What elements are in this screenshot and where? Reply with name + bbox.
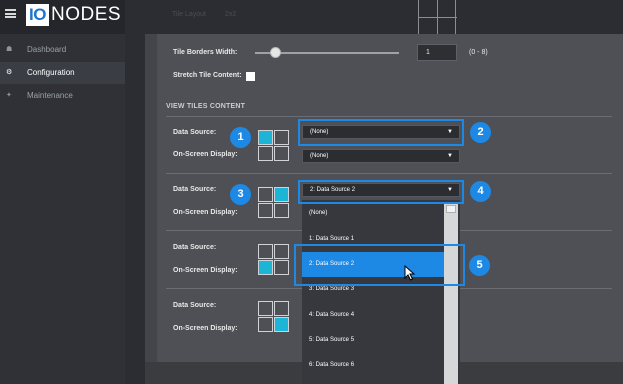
gear-icon: ⚙	[6, 69, 13, 76]
dropdown-option[interactable]: 4: Data Source 4	[302, 303, 446, 328]
tile-quadrant	[258, 187, 273, 202]
tile-layout-preview	[418, 0, 457, 34]
osd-select-1[interactable]: (None) ▼	[302, 149, 460, 163]
section-title: VIEW TILES CONTENT	[166, 103, 246, 110]
tile-preview-2	[258, 187, 290, 219]
select-value: (None)	[310, 153, 329, 159]
data-source-dropdown-list: (None) 1: Data Source 1 2: Data Source 2…	[302, 200, 460, 384]
home-icon: ☗	[6, 46, 13, 53]
data-source-label: Data Source:	[173, 186, 217, 193]
osd-label: On-Screen Display:	[173, 151, 238, 158]
tile-quadrant	[274, 130, 289, 145]
tile-quadrant	[258, 130, 273, 145]
callout-badge-2: 2	[470, 122, 491, 143]
tile-quadrant	[258, 146, 273, 161]
dropdown-arrow-icon: ▼	[447, 153, 453, 159]
screen: IO NODES ☗ Dashboard ⚙ Configuration ✦ M…	[0, 0, 623, 384]
logo-nodes: NODES	[51, 4, 122, 25]
sidebar-item-label: Configuration	[27, 68, 75, 77]
highlight-box-4	[298, 180, 464, 204]
callout-badge-3: 3	[230, 184, 251, 205]
tile-quadrant	[274, 317, 289, 332]
tile-preview-3	[258, 244, 290, 276]
data-source-label: Data Source:	[173, 129, 217, 136]
borders-width-range: (0 - 8)	[469, 49, 488, 56]
tile-layout-value: 2x2	[225, 11, 237, 18]
callout-badge-1: 1	[230, 127, 251, 148]
tile-quadrant	[258, 203, 273, 218]
sidebar-item-configuration[interactable]: ⚙ Configuration	[0, 62, 125, 84]
dropdown-option[interactable]: 5: Data Source 5	[302, 328, 446, 353]
hamburger-menu-icon[interactable]	[5, 9, 16, 18]
dropdown-scrollbar[interactable]	[444, 203, 458, 384]
data-source-label: Data Source:	[173, 302, 217, 309]
tile-quadrant	[258, 260, 273, 275]
brand-bar: IO NODES	[0, 0, 125, 34]
tile-preview-4	[258, 301, 290, 333]
data-source-label: Data Source:	[173, 244, 217, 251]
callout-badge-5: 5	[469, 255, 490, 276]
logo-io: IO	[26, 4, 49, 26]
mouse-cursor-icon	[404, 265, 416, 281]
wrench-icon: ✦	[6, 92, 12, 99]
dropdown-option[interactable]: 6: Data Source 6	[302, 353, 446, 378]
osd-label: On-Screen Display:	[173, 209, 238, 216]
tile-quadrant	[274, 260, 289, 275]
borders-width-input[interactable]: 1	[417, 44, 457, 61]
tile-quadrant	[258, 317, 273, 332]
callout-badge-4: 4	[470, 181, 491, 202]
tile-quadrant	[258, 244, 273, 259]
tile-layout-label: Tile Layout	[172, 11, 206, 18]
osd-label: On-Screen Display:	[173, 267, 238, 274]
highlight-box-2	[298, 119, 464, 146]
osd-label: On-Screen Display:	[173, 325, 238, 332]
tile-quadrant	[274, 187, 289, 202]
tile-quadrant	[258, 301, 273, 316]
tile-quadrant	[274, 244, 289, 259]
borders-width-label: Tile Borders Width:	[173, 49, 238, 56]
tile-quadrant	[274, 203, 289, 218]
tile-divider	[166, 173, 612, 174]
sidebar-item-dashboard[interactable]: ☗ Dashboard	[0, 39, 125, 61]
sidebar-item-maintenance[interactable]: ✦ Maintenance	[0, 85, 125, 107]
stretch-content-checkbox[interactable]	[246, 72, 255, 81]
tile-quadrant	[274, 301, 289, 316]
tile-preview-1	[258, 130, 290, 162]
sidebar: IO NODES ☗ Dashboard ⚙ Configuration ✦ M…	[0, 0, 125, 384]
scrollbar-thumb[interactable]	[446, 205, 456, 213]
stretch-content-label: Stretch Tile Content:	[173, 72, 242, 79]
highlight-box-5	[294, 244, 465, 286]
sidebar-item-label: Dashboard	[27, 45, 67, 54]
tile-quadrant	[274, 146, 289, 161]
borders-width-slider-handle[interactable]	[270, 47, 281, 58]
sidebar-item-label: Maintenance	[27, 91, 73, 100]
dropdown-option[interactable]: (None)	[302, 201, 446, 226]
section-divider	[166, 116, 612, 117]
